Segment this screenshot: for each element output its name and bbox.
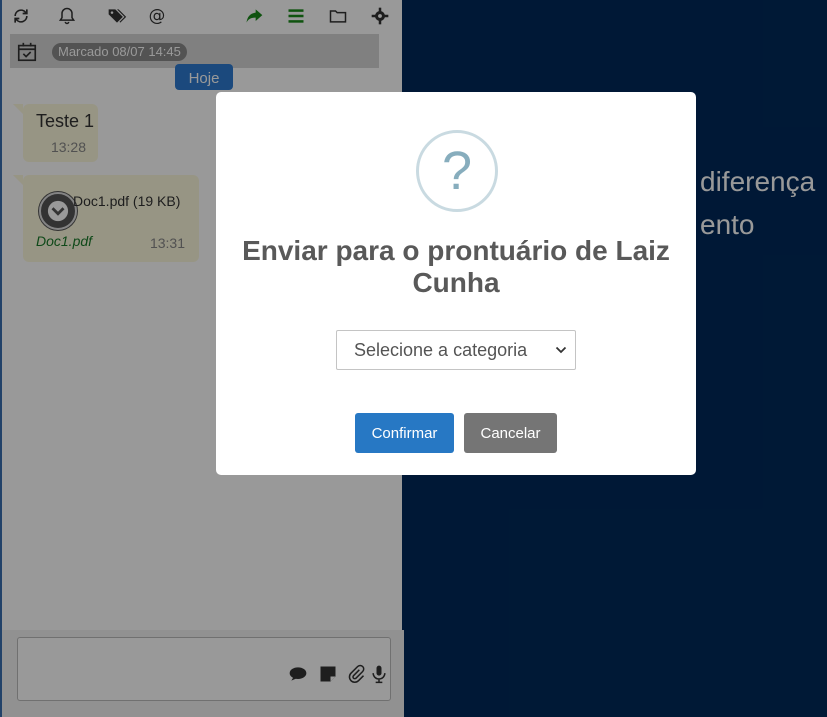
question-icon: ? <box>416 130 498 212</box>
category-select[interactable]: Selecione a categoria <box>336 330 576 370</box>
chevron-down-icon <box>555 346 567 354</box>
confirm-dialog: ? Enviar para o prontuário de Laiz Cunha… <box>216 92 696 475</box>
confirm-button[interactable]: Confirmar <box>355 413 454 453</box>
dialog-title: Enviar para o prontuário de Laiz Cunha <box>242 235 670 298</box>
cancel-button[interactable]: Cancelar <box>464 413 557 453</box>
category-select-value: Selecione a categoria <box>354 340 528 360</box>
